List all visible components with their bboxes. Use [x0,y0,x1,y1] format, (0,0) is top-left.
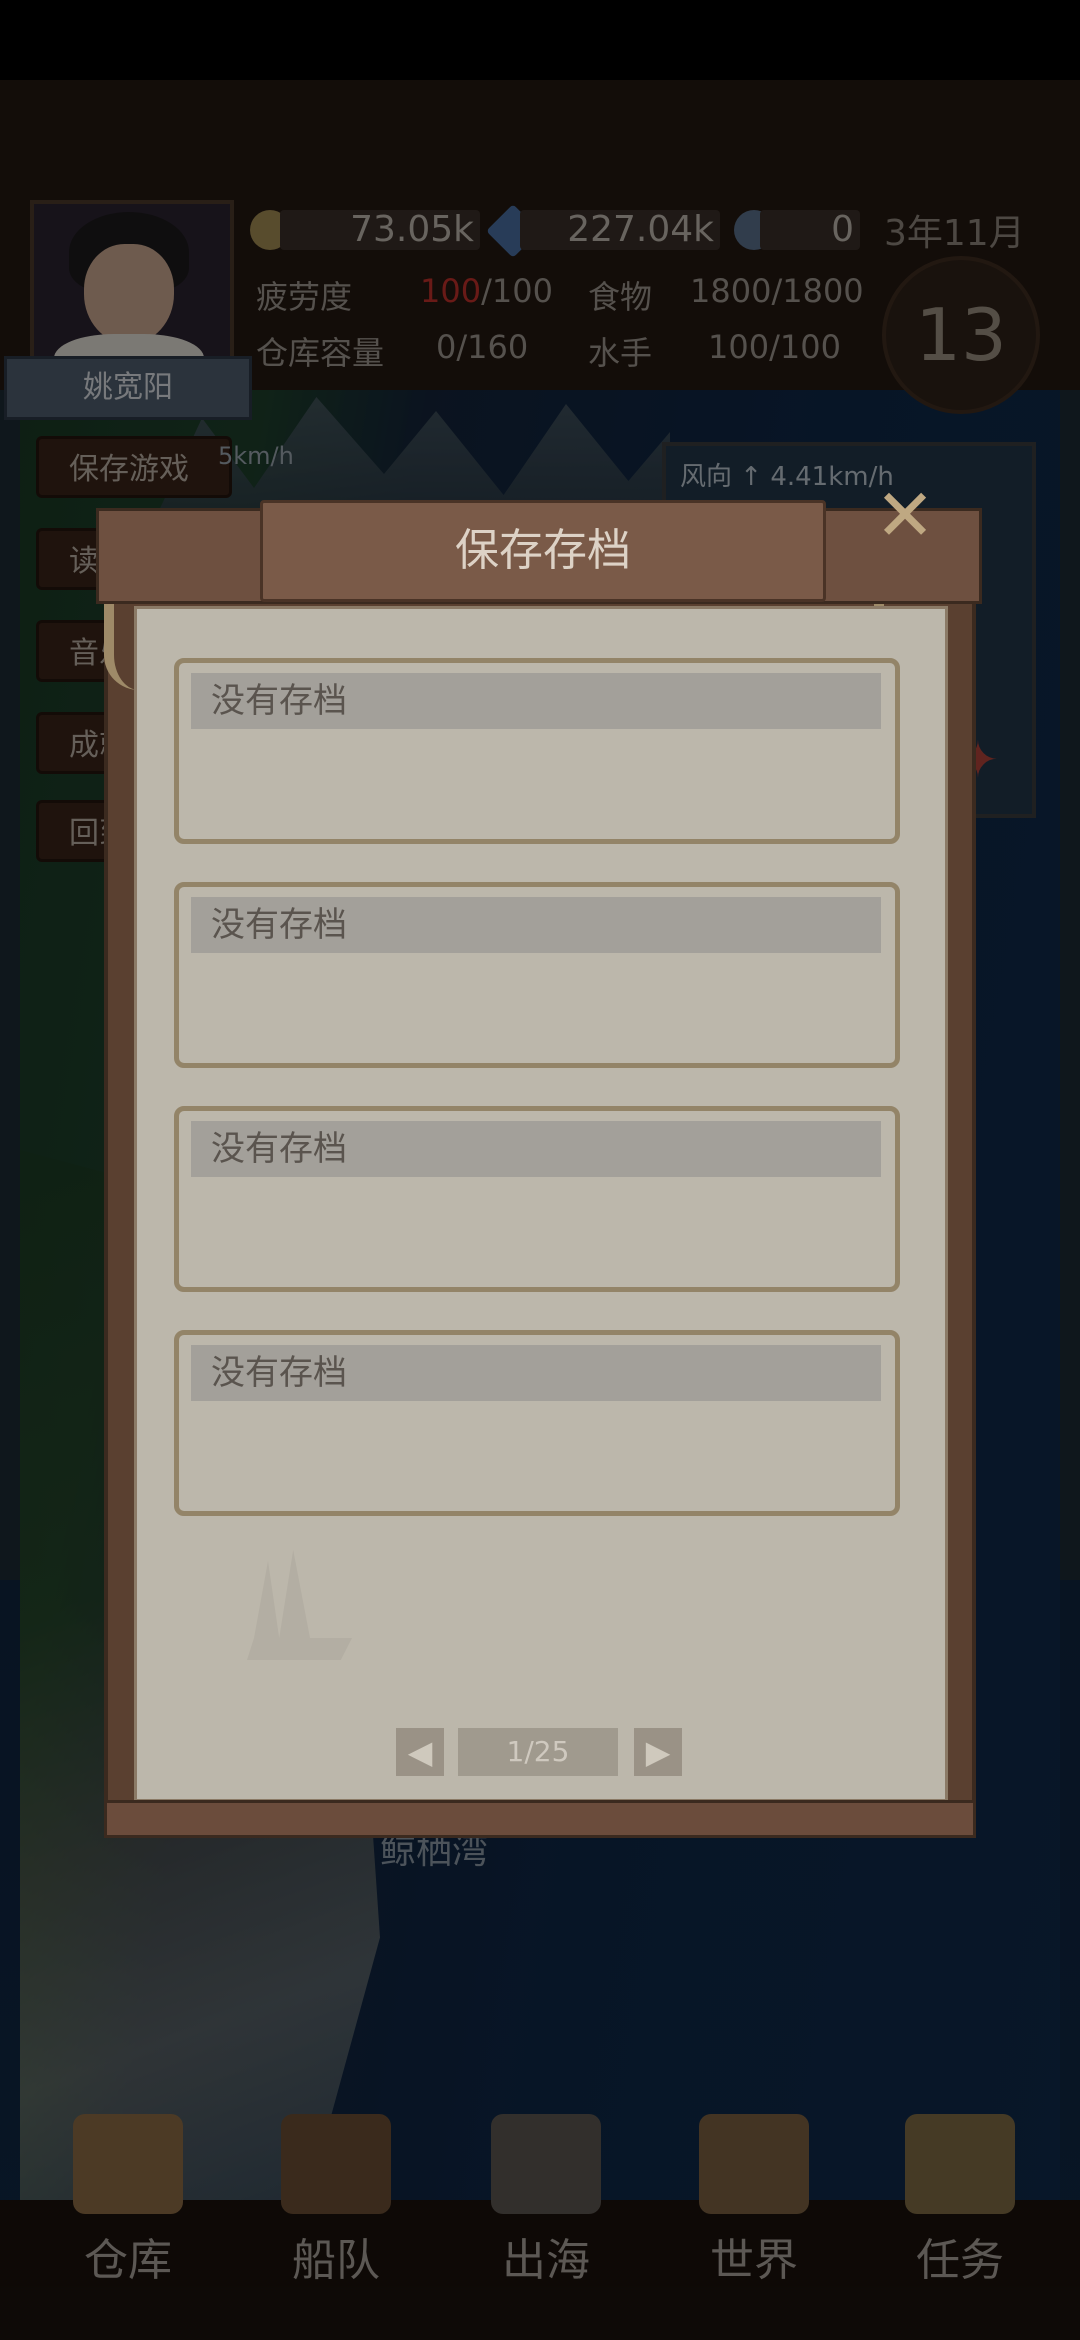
next-page-button[interactable]: ▶ [634,1728,682,1776]
close-icon[interactable]: ✕ [870,479,940,551]
save-slot-label: 没有存档 [191,1121,881,1177]
pagination: ◀ 1/25 ▶ [396,1728,682,1776]
dialog-bottom-beam [104,1800,976,1838]
save-slot-3[interactable]: 没有存档 [174,1106,900,1292]
save-slot-label: 没有存档 [191,673,881,729]
page-indicator: 1/25 [458,1728,618,1776]
save-slot-1[interactable]: 没有存档 [174,658,900,844]
save-slot-label: 没有存档 [191,1345,881,1401]
save-slot-label: 没有存档 [191,897,881,953]
save-slot-2[interactable]: 没有存档 [174,882,900,1068]
save-slot-4[interactable]: 没有存档 [174,1330,900,1516]
dialog-title: 保存存档 [260,500,826,602]
prev-page-button[interactable]: ◀ [396,1728,444,1776]
